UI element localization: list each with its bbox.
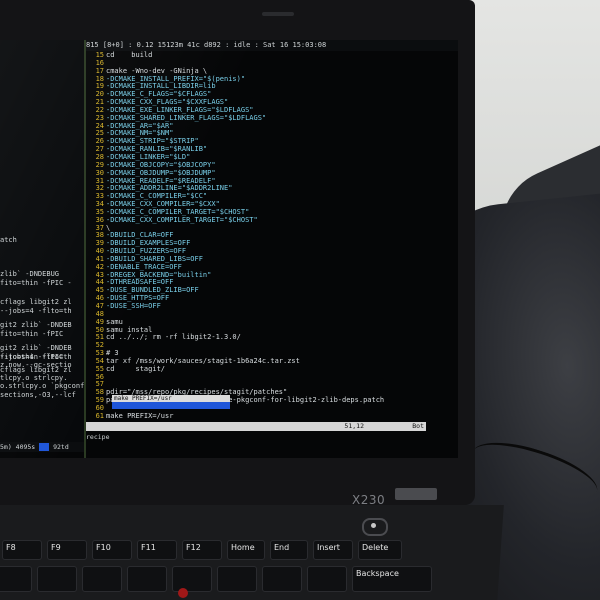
code-line: cd ../../; rm -rf libgit2-1.3.0/ (106, 333, 241, 342)
terminal-line: cflags libgit2 zl (0, 298, 72, 306)
cursor-position: 51,12 (344, 422, 364, 430)
terminal-line: atch (0, 236, 17, 244)
keyboard-row-function: F8 F9 F10 F11 F12 Home End Insert Delete (2, 540, 402, 560)
laptop-screen: atch zlib` -DNDEBUG fito=thin -fPIC - cflag… (0, 40, 458, 458)
keyboard-key[interactable] (82, 566, 122, 592)
power-led (371, 523, 376, 528)
top-status-bar: 815 [8+0] : 0.12 15123m 41c d892 : idle … (86, 40, 458, 51)
keyboard-key[interactable]: F12 (182, 540, 222, 560)
code-area: cd build cmake -Wno-dev -GNinja \ -DCMAKE_… (106, 51, 456, 421)
keyboard-key[interactable] (307, 566, 347, 592)
tmux-left-status: 5m) 4095s 92td (0, 442, 84, 452)
terminal-line: o.strlcpy.o `pkgconf - (0, 382, 93, 390)
webcam (262, 12, 294, 16)
keyboard-key[interactable] (172, 566, 212, 592)
keyboard-key[interactable] (217, 566, 257, 592)
keyboard-key[interactable]: End (270, 540, 308, 560)
code-line: cd build (106, 51, 153, 59)
keyboard-row-main: Backspace (0, 566, 432, 592)
vim-command-line: recipe (86, 433, 110, 441)
terminal-line: fito=thin -fPIC - (0, 279, 72, 287)
terminal-line: --jobs=4 -flto=th (0, 307, 72, 315)
keyboard-key[interactable]: Delete (358, 540, 402, 560)
terminal-line: --jobs=4 -flto=th (0, 353, 72, 361)
completion-item: make PREFIX=/usr (112, 395, 230, 402)
code-line: cd stagit/ (106, 364, 166, 373)
keyboard-key[interactable] (37, 566, 77, 592)
code-line: -DUSE_SSH=OFF (106, 302, 161, 310)
code-line: make PREFIX=/usr (106, 411, 174, 420)
terminal-line: tlcpy.o strlcpy. (0, 374, 68, 382)
terminal-line: z.now.--gc-sectio (0, 361, 72, 369)
line-number-gutter: 15 16 17 18 19 20 21 22 23 24 25 26 27 28 29 30 31 32 33 34… (86, 51, 104, 421)
line-number: 61 (95, 411, 104, 420)
hinge (395, 488, 437, 500)
keyboard-key[interactable] (0, 566, 32, 592)
keyboard-key[interactable]: Home (227, 540, 265, 560)
terminal-left-pane: atch zlib` -DNDEBUG fito=thin -fPIC - cflag… (0, 40, 93, 442)
terminal-line: git2 zlib` -DNDEB (0, 321, 72, 329)
keyboard-key[interactable]: F11 (137, 540, 177, 560)
keyboard-key[interactable] (262, 566, 302, 592)
keyboard-key[interactable]: Backspace (352, 566, 432, 592)
terminal-line: git2 zlib` -DNDEB (0, 344, 72, 352)
keyboard-key[interactable] (127, 566, 167, 592)
vim-status-line: 51,12 Bot (86, 422, 426, 431)
trackpoint[interactable] (178, 588, 188, 598)
scroll-position: Bot (412, 422, 424, 430)
keyboard-key[interactable]: F8 (2, 540, 42, 560)
terminal-line: fito=thin -fPIC (0, 330, 64, 338)
completion-popup: make PREFIX=/usr (112, 395, 230, 410)
keyboard-key[interactable]: Insert (313, 540, 353, 560)
completion-bar (112, 402, 230, 409)
terminal-line: zlib` -DNDEBUG (0, 270, 60, 278)
photo-scene: atch zlib` -DNDEBUG fito=thin -fPIC - cflag… (0, 0, 600, 600)
keyboard-key[interactable]: F10 (92, 540, 132, 560)
code-line: -DCMAKE_CXX_COMPILER_TARGET="$CHOST" (106, 215, 258, 224)
terminal-line: sections,-O3,--lcf (0, 391, 76, 399)
code-line: samu (106, 317, 123, 326)
keyboard-key[interactable]: F9 (47, 540, 87, 560)
